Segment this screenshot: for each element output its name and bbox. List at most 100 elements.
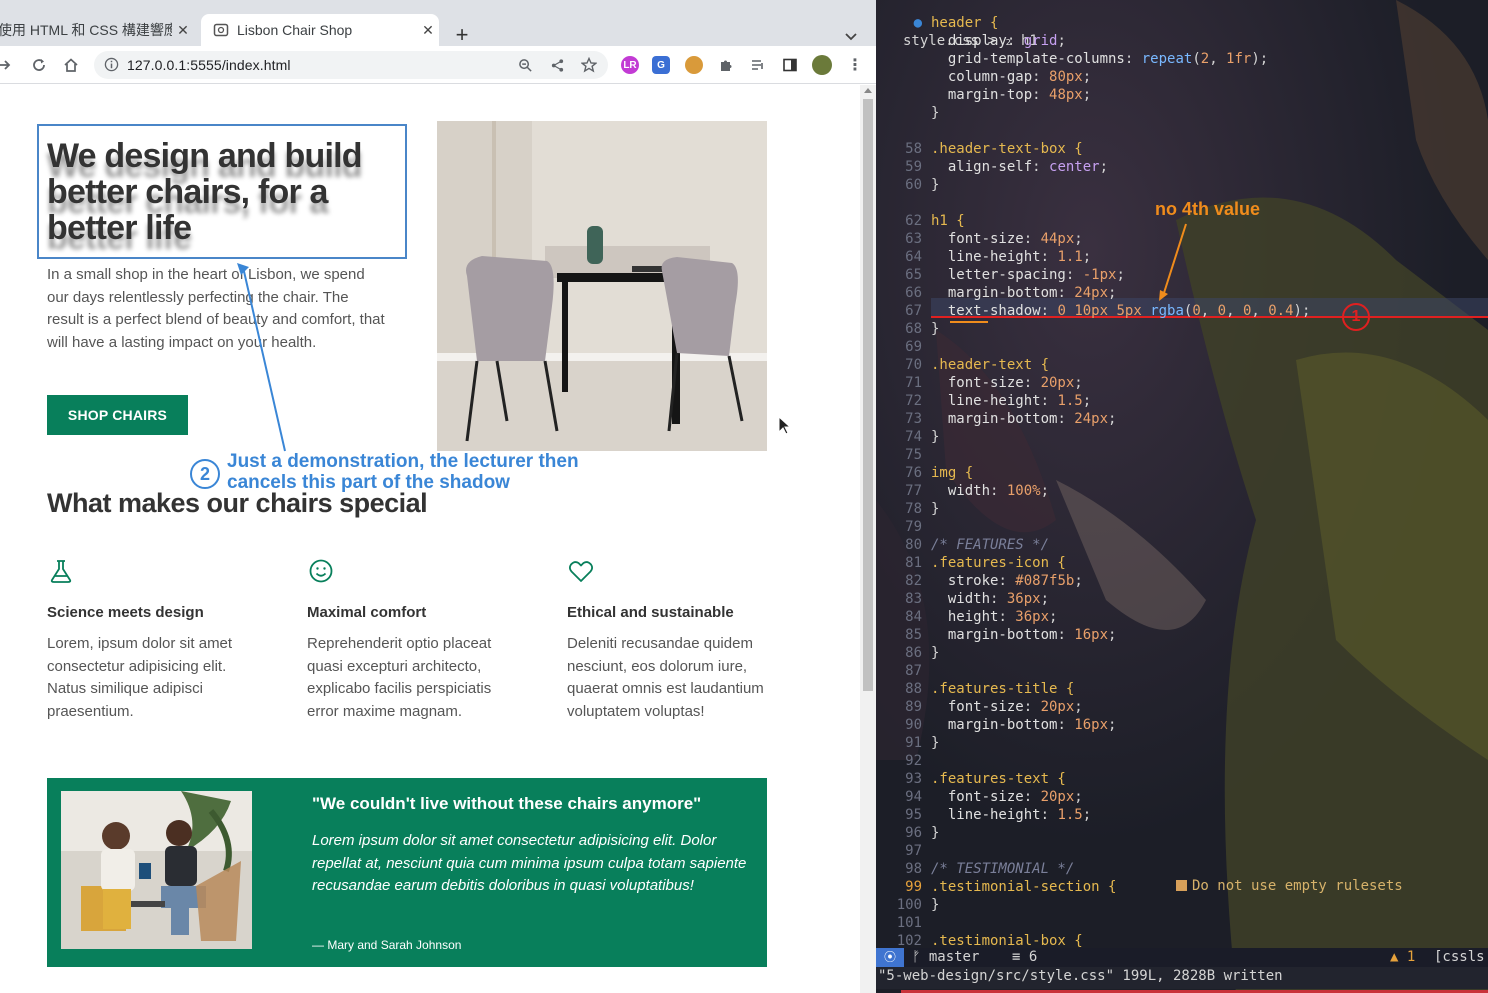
code-line[interactable]: 96} bbox=[876, 824, 1488, 842]
code-line[interactable]: 75 bbox=[876, 446, 1488, 464]
code-line[interactable]: 63 font-size: 44px; bbox=[876, 230, 1488, 248]
code-line[interactable]: 101 bbox=[876, 914, 1488, 932]
code-line[interactable]: 71 font-size: 20px; bbox=[876, 374, 1488, 392]
code-line[interactable]: 79 bbox=[876, 518, 1488, 536]
code-line[interactable]: 97 bbox=[876, 842, 1488, 860]
page-scrollbar[interactable] bbox=[860, 85, 876, 993]
puzzle-icon[interactable] bbox=[717, 56, 735, 74]
code-text: line-height: 1.5; bbox=[947, 393, 1092, 409]
code-line[interactable]: 81 .features-icon { bbox=[876, 554, 1488, 572]
close-tab-icon[interactable]: ✕ bbox=[417, 22, 439, 39]
testimonial-section: "We couldn't live without these chairs a… bbox=[47, 778, 767, 967]
code-line[interactable]: 92 bbox=[876, 752, 1488, 770]
bookmark-star-icon[interactable] bbox=[580, 56, 598, 74]
code-line[interactable]: column-gap: 80px; bbox=[876, 68, 1488, 86]
reload-icon[interactable] bbox=[29, 55, 49, 75]
scroll-up-icon[interactable] bbox=[864, 88, 872, 93]
forward-icon[interactable] bbox=[0, 55, 14, 75]
cookie-icon[interactable] bbox=[685, 56, 703, 74]
code-text: .testimonial-section { bbox=[931, 879, 1117, 895]
address-bar[interactable]: 127.0.0.1:5555/index.html bbox=[94, 51, 608, 79]
scrollbar-thumb[interactable] bbox=[863, 99, 873, 691]
code-line[interactable]: 60} bbox=[876, 176, 1488, 194]
code-line[interactable]: grid-template-columns: repeat(2, 1fr); bbox=[876, 50, 1488, 68]
share-icon[interactable] bbox=[548, 56, 566, 74]
command-line[interactable]: "5-web-design/src/style.css" 199L, 2828B… bbox=[876, 967, 1488, 989]
annotation-line: Just a demonstration, the lecturer then bbox=[227, 451, 579, 472]
code-line[interactable]: 95 line-height: 1.5; bbox=[876, 806, 1488, 824]
tab-html-css-course[interactable]: 使用 HTML 和 CSS 構建響應 ✕ bbox=[0, 14, 194, 46]
code-line[interactable]: 68} bbox=[876, 320, 1488, 338]
code-line[interactable]: 88 .features-title { bbox=[876, 680, 1488, 698]
code-line[interactable]: 90 margin-bottom: 16px; bbox=[876, 716, 1488, 734]
line-number: 86 bbox=[905, 645, 922, 661]
tab-search-chevron-icon[interactable] bbox=[845, 28, 857, 44]
code-line[interactable]: 98 /* TESTIMONIAL */ bbox=[876, 860, 1488, 878]
new-tab-button[interactable]: + bbox=[452, 24, 472, 46]
code-line[interactable]: 77 width: 100%; bbox=[876, 482, 1488, 500]
code-line[interactable]: 58 .header-text-box { bbox=[876, 140, 1488, 158]
code-line[interactable]: 69 bbox=[876, 338, 1488, 356]
tab-label: Lisbon Chair Shop bbox=[237, 22, 353, 38]
code-line[interactable]: 91} bbox=[876, 734, 1488, 752]
code-line[interactable]: margin-top: 48px; bbox=[876, 86, 1488, 104]
hero-image bbox=[437, 121, 767, 451]
sidepanel-icon[interactable] bbox=[781, 56, 799, 74]
code-line[interactable]: 76 img { bbox=[876, 464, 1488, 482]
code-line[interactable]: 82 stroke: #087f5b; bbox=[876, 572, 1488, 590]
code-line[interactable]: 66 margin-bottom: 24px; bbox=[876, 284, 1488, 302]
code-text: /* TESTIMONIAL */ bbox=[931, 861, 1075, 877]
playlist-icon[interactable] bbox=[749, 56, 767, 74]
code-line[interactable]: 89 font-size: 20px; bbox=[876, 698, 1488, 716]
code-line[interactable]: 85 margin-bottom: 16px; bbox=[876, 626, 1488, 644]
code-line[interactable]: 86} bbox=[876, 644, 1488, 662]
close-tab-icon[interactable]: ✕ bbox=[172, 22, 194, 39]
code-line[interactable] bbox=[876, 122, 1488, 140]
line-number: 89 bbox=[905, 699, 922, 715]
shop-chairs-button[interactable]: SHOP CHAIRS bbox=[47, 395, 188, 435]
code-line[interactable]: 100} bbox=[876, 896, 1488, 914]
code-line[interactable]: 94 font-size: 20px; bbox=[876, 788, 1488, 806]
code-text: margin-bottom: 16px; bbox=[947, 627, 1117, 643]
zoom-icon[interactable] bbox=[516, 56, 534, 74]
code-line[interactable]: 67 text-shadow: 0 10px 5px rgba(0, 0, 0,… bbox=[876, 302, 1488, 320]
code-line[interactable]: 83 width: 36px; bbox=[876, 590, 1488, 608]
code-line[interactable]: 74} bbox=[876, 428, 1488, 446]
lr-icon[interactable]: LR bbox=[621, 56, 639, 74]
code-line[interactable]: display: grid; bbox=[876, 32, 1488, 50]
code-line[interactable]: 93 .features-text { bbox=[876, 770, 1488, 788]
translate-icon[interactable]: G bbox=[652, 56, 670, 74]
mouse-cursor-icon bbox=[778, 416, 792, 435]
code-line[interactable]: 80 /* FEATURES */ bbox=[876, 536, 1488, 554]
testimonial-text: Lorem ipsum dolor sit amet consectetur a… bbox=[312, 832, 747, 894]
line-number: 66 bbox=[905, 285, 922, 301]
code-line[interactable]: 70 .header-text { bbox=[876, 356, 1488, 374]
kebab-menu-icon[interactable]: ⋮ bbox=[846, 56, 864, 74]
code-line[interactable]: 84 height: 36px; bbox=[876, 608, 1488, 626]
annotation-text: Just a demonstration, the lecturer then … bbox=[227, 451, 579, 493]
home-icon[interactable] bbox=[61, 55, 81, 75]
code-text: line-height: 1.1; bbox=[947, 249, 1092, 265]
code-text: } bbox=[931, 897, 940, 913]
code-line[interactable]: 72 line-height: 1.5; bbox=[876, 392, 1488, 410]
tab-lisbon-chair-shop[interactable]: Lisbon Chair Shop ✕ bbox=[201, 14, 439, 46]
profile-avatar[interactable] bbox=[812, 55, 832, 75]
code-text: font-size: 20px; bbox=[947, 375, 1083, 391]
line-number: 96 bbox=[905, 825, 922, 841]
code-line[interactable]: 64 line-height: 1.1; bbox=[876, 248, 1488, 266]
line-number: 91 bbox=[905, 735, 922, 751]
code-line[interactable]: 73 margin-bottom: 24px; bbox=[876, 410, 1488, 428]
code-line[interactable]: } bbox=[876, 104, 1488, 122]
code-line[interactable]: 78} bbox=[876, 500, 1488, 518]
line-number: 82 bbox=[905, 573, 922, 589]
code-line[interactable]: 87 bbox=[876, 662, 1488, 680]
code-text: .features-title { bbox=[931, 681, 1075, 697]
code-line[interactable]: 59 align-self: center; bbox=[876, 158, 1488, 176]
annotation-line: cancels this part of the shadow bbox=[227, 472, 510, 493]
info-icon[interactable] bbox=[104, 57, 119, 72]
tab-bar: 使用 HTML 和 CSS 構建響應 ✕ Lisbon Chair Shop ✕… bbox=[0, 12, 876, 46]
lint-warning: Do not use empty rulesets bbox=[1176, 878, 1403, 894]
code-line[interactable]: header { bbox=[876, 14, 1488, 32]
status-line: ⦿ ᚠ master ≡ 6 ▲ 1 [cssls bbox=[876, 948, 1488, 967]
code-line[interactable]: 65 letter-spacing: -1px; bbox=[876, 266, 1488, 284]
